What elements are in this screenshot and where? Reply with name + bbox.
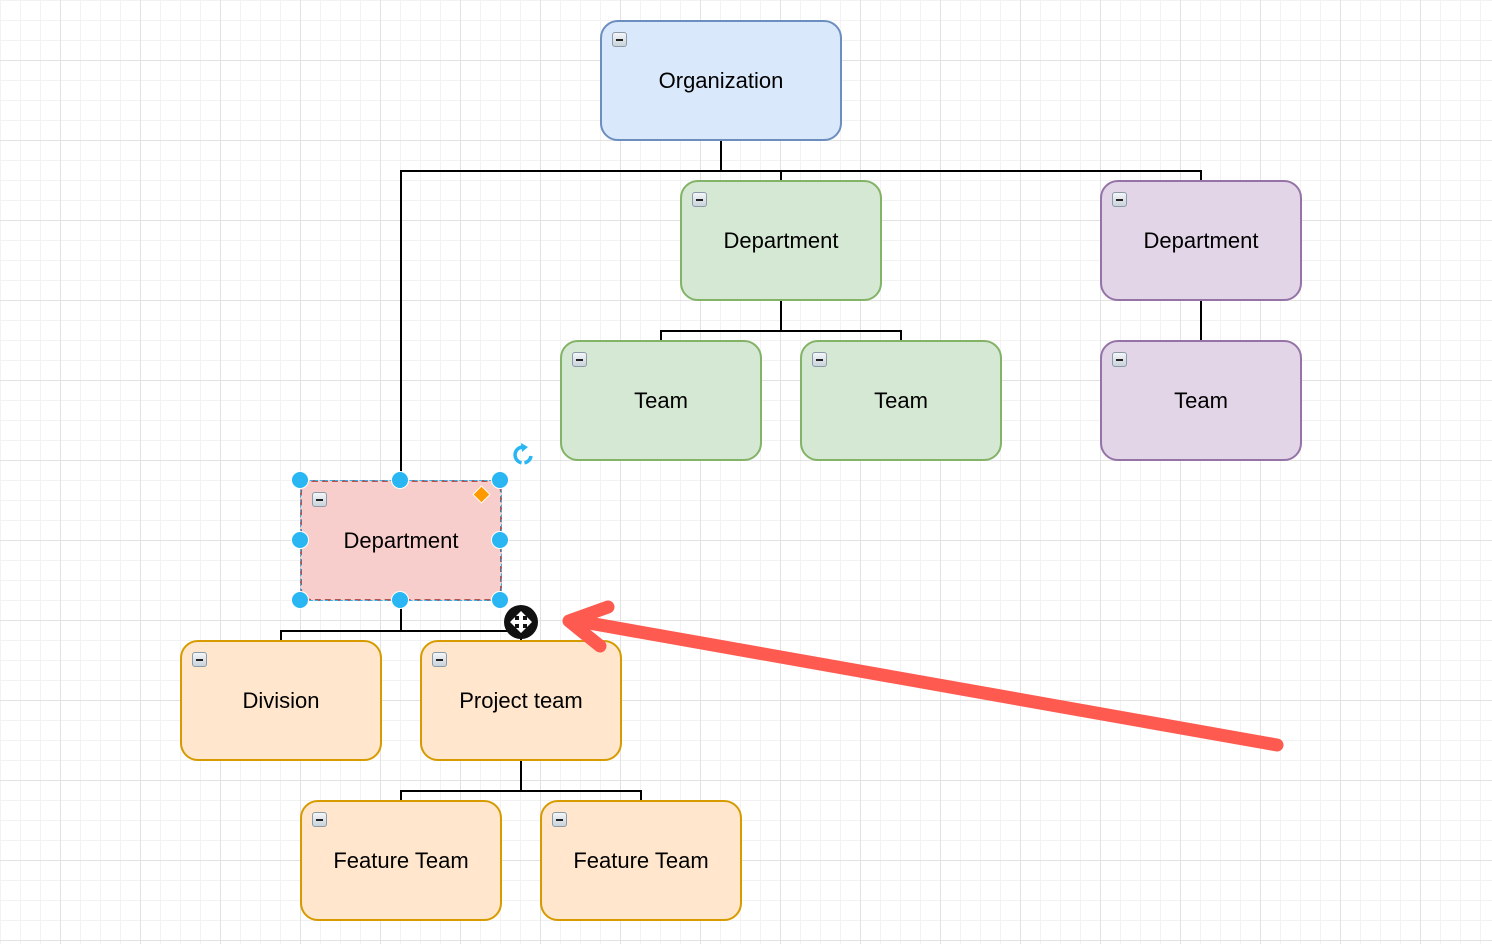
- collapse-minus-icon[interactable]: [312, 492, 327, 507]
- node-team-green-2[interactable]: Team: [800, 340, 1002, 461]
- node-feature-team-1[interactable]: Feature Team: [300, 800, 502, 921]
- move-arrows-icon[interactable]: [504, 605, 538, 639]
- collapse-minus-icon[interactable]: [572, 352, 587, 367]
- resize-handle-top-right[interactable]: [491, 471, 509, 489]
- resize-handle-bottom-left[interactable]: [291, 591, 309, 609]
- collapse-minus-icon[interactable]: [612, 32, 627, 47]
- node-label: Team: [874, 387, 928, 413]
- connector-project-team-to-feature-1[interactable]: [400, 761, 522, 801]
- node-department-red-selected[interactable]: Department: [300, 480, 502, 601]
- node-organization[interactable]: Organization: [600, 20, 842, 141]
- node-label: Feature Team: [333, 847, 469, 873]
- node-label: Feature Team: [573, 847, 709, 873]
- node-label: Department: [1143, 227, 1259, 253]
- node-label: Team: [634, 387, 688, 413]
- node-department-purple[interactable]: Department: [1100, 180, 1302, 301]
- node-label: Division: [242, 687, 320, 713]
- node-team-purple[interactable]: Team: [1100, 340, 1302, 461]
- collapse-minus-icon[interactable]: [192, 652, 207, 667]
- node-label: Organization: [658, 67, 784, 93]
- resize-handle-left[interactable]: [291, 531, 309, 549]
- collapse-minus-icon[interactable]: [1112, 352, 1127, 367]
- resize-handle-right[interactable]: [491, 531, 509, 549]
- collapse-minus-icon[interactable]: [692, 192, 707, 207]
- collapse-minus-icon[interactable]: [552, 812, 567, 827]
- node-label: Project team: [459, 687, 583, 713]
- node-label: Department: [343, 527, 459, 553]
- resize-handle-top-left[interactable]: [291, 471, 309, 489]
- collapse-minus-icon[interactable]: [432, 652, 447, 667]
- node-division[interactable]: Division: [180, 640, 382, 761]
- collapse-minus-icon[interactable]: [1112, 192, 1127, 207]
- node-team-green-1[interactable]: Team: [560, 340, 762, 461]
- node-department-green[interactable]: Department: [680, 180, 882, 301]
- node-label: Department: [723, 227, 839, 253]
- collapse-minus-icon[interactable]: [812, 352, 827, 367]
- node-label: Team: [1174, 387, 1228, 413]
- resize-handle-bottom[interactable]: [391, 591, 409, 609]
- resize-handle-top[interactable]: [391, 471, 409, 489]
- diagram-canvas[interactable]: Organization Department Department Team …: [0, 0, 1492, 944]
- connectors-layer: [280, 141, 1202, 801]
- rotate-icon[interactable]: [511, 442, 537, 468]
- node-project-team[interactable]: Project team: [420, 640, 622, 761]
- node-feature-team-2[interactable]: Feature Team: [540, 800, 742, 921]
- collapse-minus-icon[interactable]: [312, 812, 327, 827]
- connector-dept-green-to-team-1[interactable]: [660, 301, 782, 341]
